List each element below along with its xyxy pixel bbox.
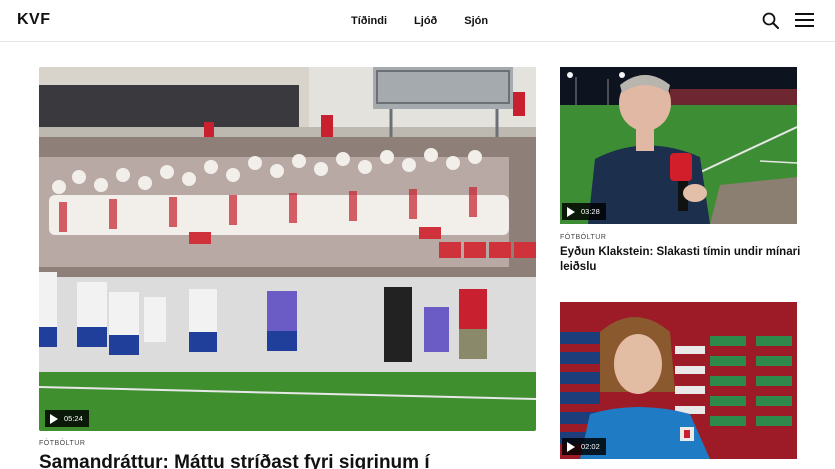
video-duration-badge: 03:28 <box>562 203 606 220</box>
hamburger-menu-icon[interactable] <box>795 13 814 28</box>
article-title[interactable]: Eyðun Klakstein: Slakasti tímin undir mí… <box>560 245 805 275</box>
nav-item-sjon[interactable]: Sjón <box>464 15 488 27</box>
article-title[interactable]: Samandráttur: Máttu stríðast fyri sigrin… <box>39 452 559 469</box>
search-icon[interactable] <box>762 12 779 29</box>
video-duration-badge: 02:02 <box>562 438 606 455</box>
interview-image <box>560 67 797 224</box>
video-duration: 03:28 <box>581 207 600 216</box>
stadium-celebration-image <box>39 67 536 431</box>
nav-item-tidindi[interactable]: Tíðindi <box>351 15 387 27</box>
main-article-image[interactable]: 05:24 <box>39 67 536 431</box>
side-article-2-image[interactable]: 02:02 <box>560 302 797 459</box>
play-icon <box>567 441 575 452</box>
video-duration: 05:24 <box>64 414 83 423</box>
play-icon <box>50 413 58 424</box>
main-nav: Tíðindi Ljóð Sjón <box>351 15 488 27</box>
side-article-1-image[interactable]: 03:28 <box>560 67 797 224</box>
nav-item-ljod[interactable]: Ljóð <box>414 15 437 27</box>
interview-image <box>560 302 797 459</box>
article-category[interactable]: FÓTBÓLTUR <box>39 440 85 447</box>
video-duration-badge: 05:24 <box>45 410 89 427</box>
site-header: KVF Tíðindi Ljóð Sjón <box>0 0 835 42</box>
play-icon <box>567 206 575 217</box>
site-logo[interactable]: KVF <box>17 11 51 29</box>
video-duration: 02:02 <box>581 442 600 451</box>
article-category[interactable]: FÓTBÓLTUR <box>560 234 606 241</box>
